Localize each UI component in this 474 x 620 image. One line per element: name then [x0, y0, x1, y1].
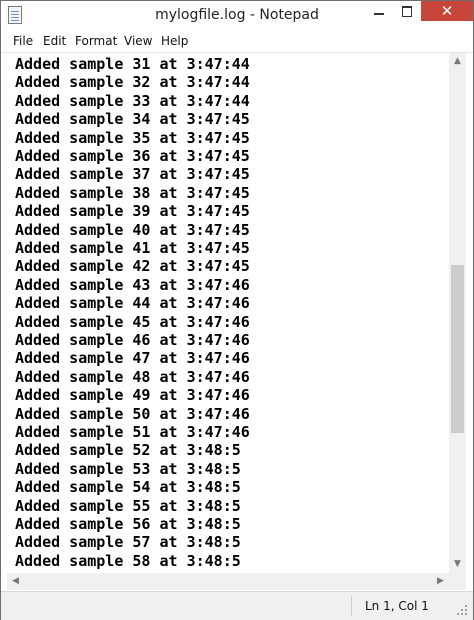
- menu-bar: File Edit Format View Help: [1, 30, 473, 53]
- cursor-position: Ln 1, Col 1: [365, 599, 429, 613]
- scroll-up-arrow-icon[interactable]: ▲: [449, 53, 466, 70]
- horizontal-scrollbar[interactable]: ◀ ▶: [7, 573, 449, 590]
- status-bar: Ln 1, Col 1: [1, 591, 473, 620]
- maximize-icon: [402, 6, 412, 17]
- menu-view[interactable]: View: [124, 30, 152, 52]
- notepad-window: mylogfile.log - Notepad ✕ File Edit Form…: [0, 0, 474, 620]
- text-line: Added sample 42 at 3:47:45: [15, 257, 250, 276]
- minimize-icon: [374, 13, 384, 15]
- text-line: Added sample 48 at 3:47:46: [15, 367, 250, 386]
- text-line: Added sample 40 at 3:47:45: [15, 220, 250, 239]
- text-line: Added sample 47 at 3:47:46: [15, 349, 250, 368]
- text-line: Added sample 50 at 3:47:46: [15, 404, 250, 423]
- text-line: Added sample 58 at 3:48:5: [15, 551, 241, 570]
- text-line: Added sample 41 at 3:47:45: [15, 239, 250, 257]
- text-line: Added sample 51 at 3:47:46: [15, 423, 250, 441]
- vertical-scrollbar[interactable]: ▲ ▼: [449, 53, 466, 573]
- text-line: Added sample 54 at 3:48:5: [15, 478, 241, 497]
- vertical-scroll-thumb[interactable]: [451, 265, 464, 433]
- text-line: Added sample 33 at 3:47:44: [15, 91, 250, 110]
- text-line: Added sample 32 at 3:47:44: [15, 73, 250, 92]
- text-line: Added sample 37 at 3:47:45: [15, 165, 250, 184]
- scroll-right-arrow-icon[interactable]: ▶: [432, 573, 449, 590]
- scroll-down-arrow-icon[interactable]: ▼: [449, 556, 466, 573]
- minimize-button[interactable]: [365, 1, 393, 21]
- scroll-left-arrow-icon[interactable]: ◀: [7, 573, 24, 590]
- status-divider: [351, 596, 352, 616]
- text-line: Added sample 52 at 3:48:5: [15, 441, 241, 460]
- resize-grip-icon[interactable]: [456, 604, 468, 616]
- close-icon: ✕: [440, 2, 454, 20]
- text-line: Added sample 34 at 3:47:45: [15, 110, 250, 129]
- menu-file[interactable]: File: [13, 30, 33, 52]
- text-line: Added sample 38 at 3:47:45: [15, 183, 250, 202]
- title-bar[interactable]: mylogfile.log - Notepad ✕: [1, 1, 473, 29]
- scrollbar-corner: [449, 573, 466, 590]
- text-line: Added sample 46 at 3:47:46: [15, 331, 250, 349]
- text-line: Added sample 43 at 3:47:46: [15, 275, 250, 294]
- menu-format[interactable]: Format: [75, 30, 117, 52]
- menu-edit[interactable]: Edit: [43, 30, 66, 52]
- menu-help[interactable]: Help: [161, 30, 188, 52]
- text-line: Added sample 44 at 3:47:46: [15, 294, 250, 313]
- text-line: Added sample 55 at 3:48:5: [15, 496, 241, 515]
- text-line: Added sample 31 at 3:47:44: [15, 55, 250, 73]
- text-line: Added sample 57 at 3:48:5: [15, 533, 241, 552]
- text-line: Added sample 39 at 3:47:45: [15, 202, 250, 221]
- text-line: Added sample 35 at 3:47:45: [15, 128, 250, 147]
- maximize-button[interactable]: [393, 1, 421, 21]
- text-editor-area[interactable]: Added sample 31 at 3:47:44 Added sample 3…: [7, 53, 457, 573]
- text-line: Added sample 53 at 3:48:5: [15, 459, 241, 478]
- text-line: Added sample 45 at 3:47:46: [15, 312, 250, 331]
- text-line: Added sample 36 at 3:47:45: [15, 147, 250, 165]
- text-line: Added sample 49 at 3:47:46: [15, 386, 250, 405]
- text-line: Added sample 56 at 3:48:5: [15, 515, 241, 533]
- close-button[interactable]: ✕: [421, 1, 473, 21]
